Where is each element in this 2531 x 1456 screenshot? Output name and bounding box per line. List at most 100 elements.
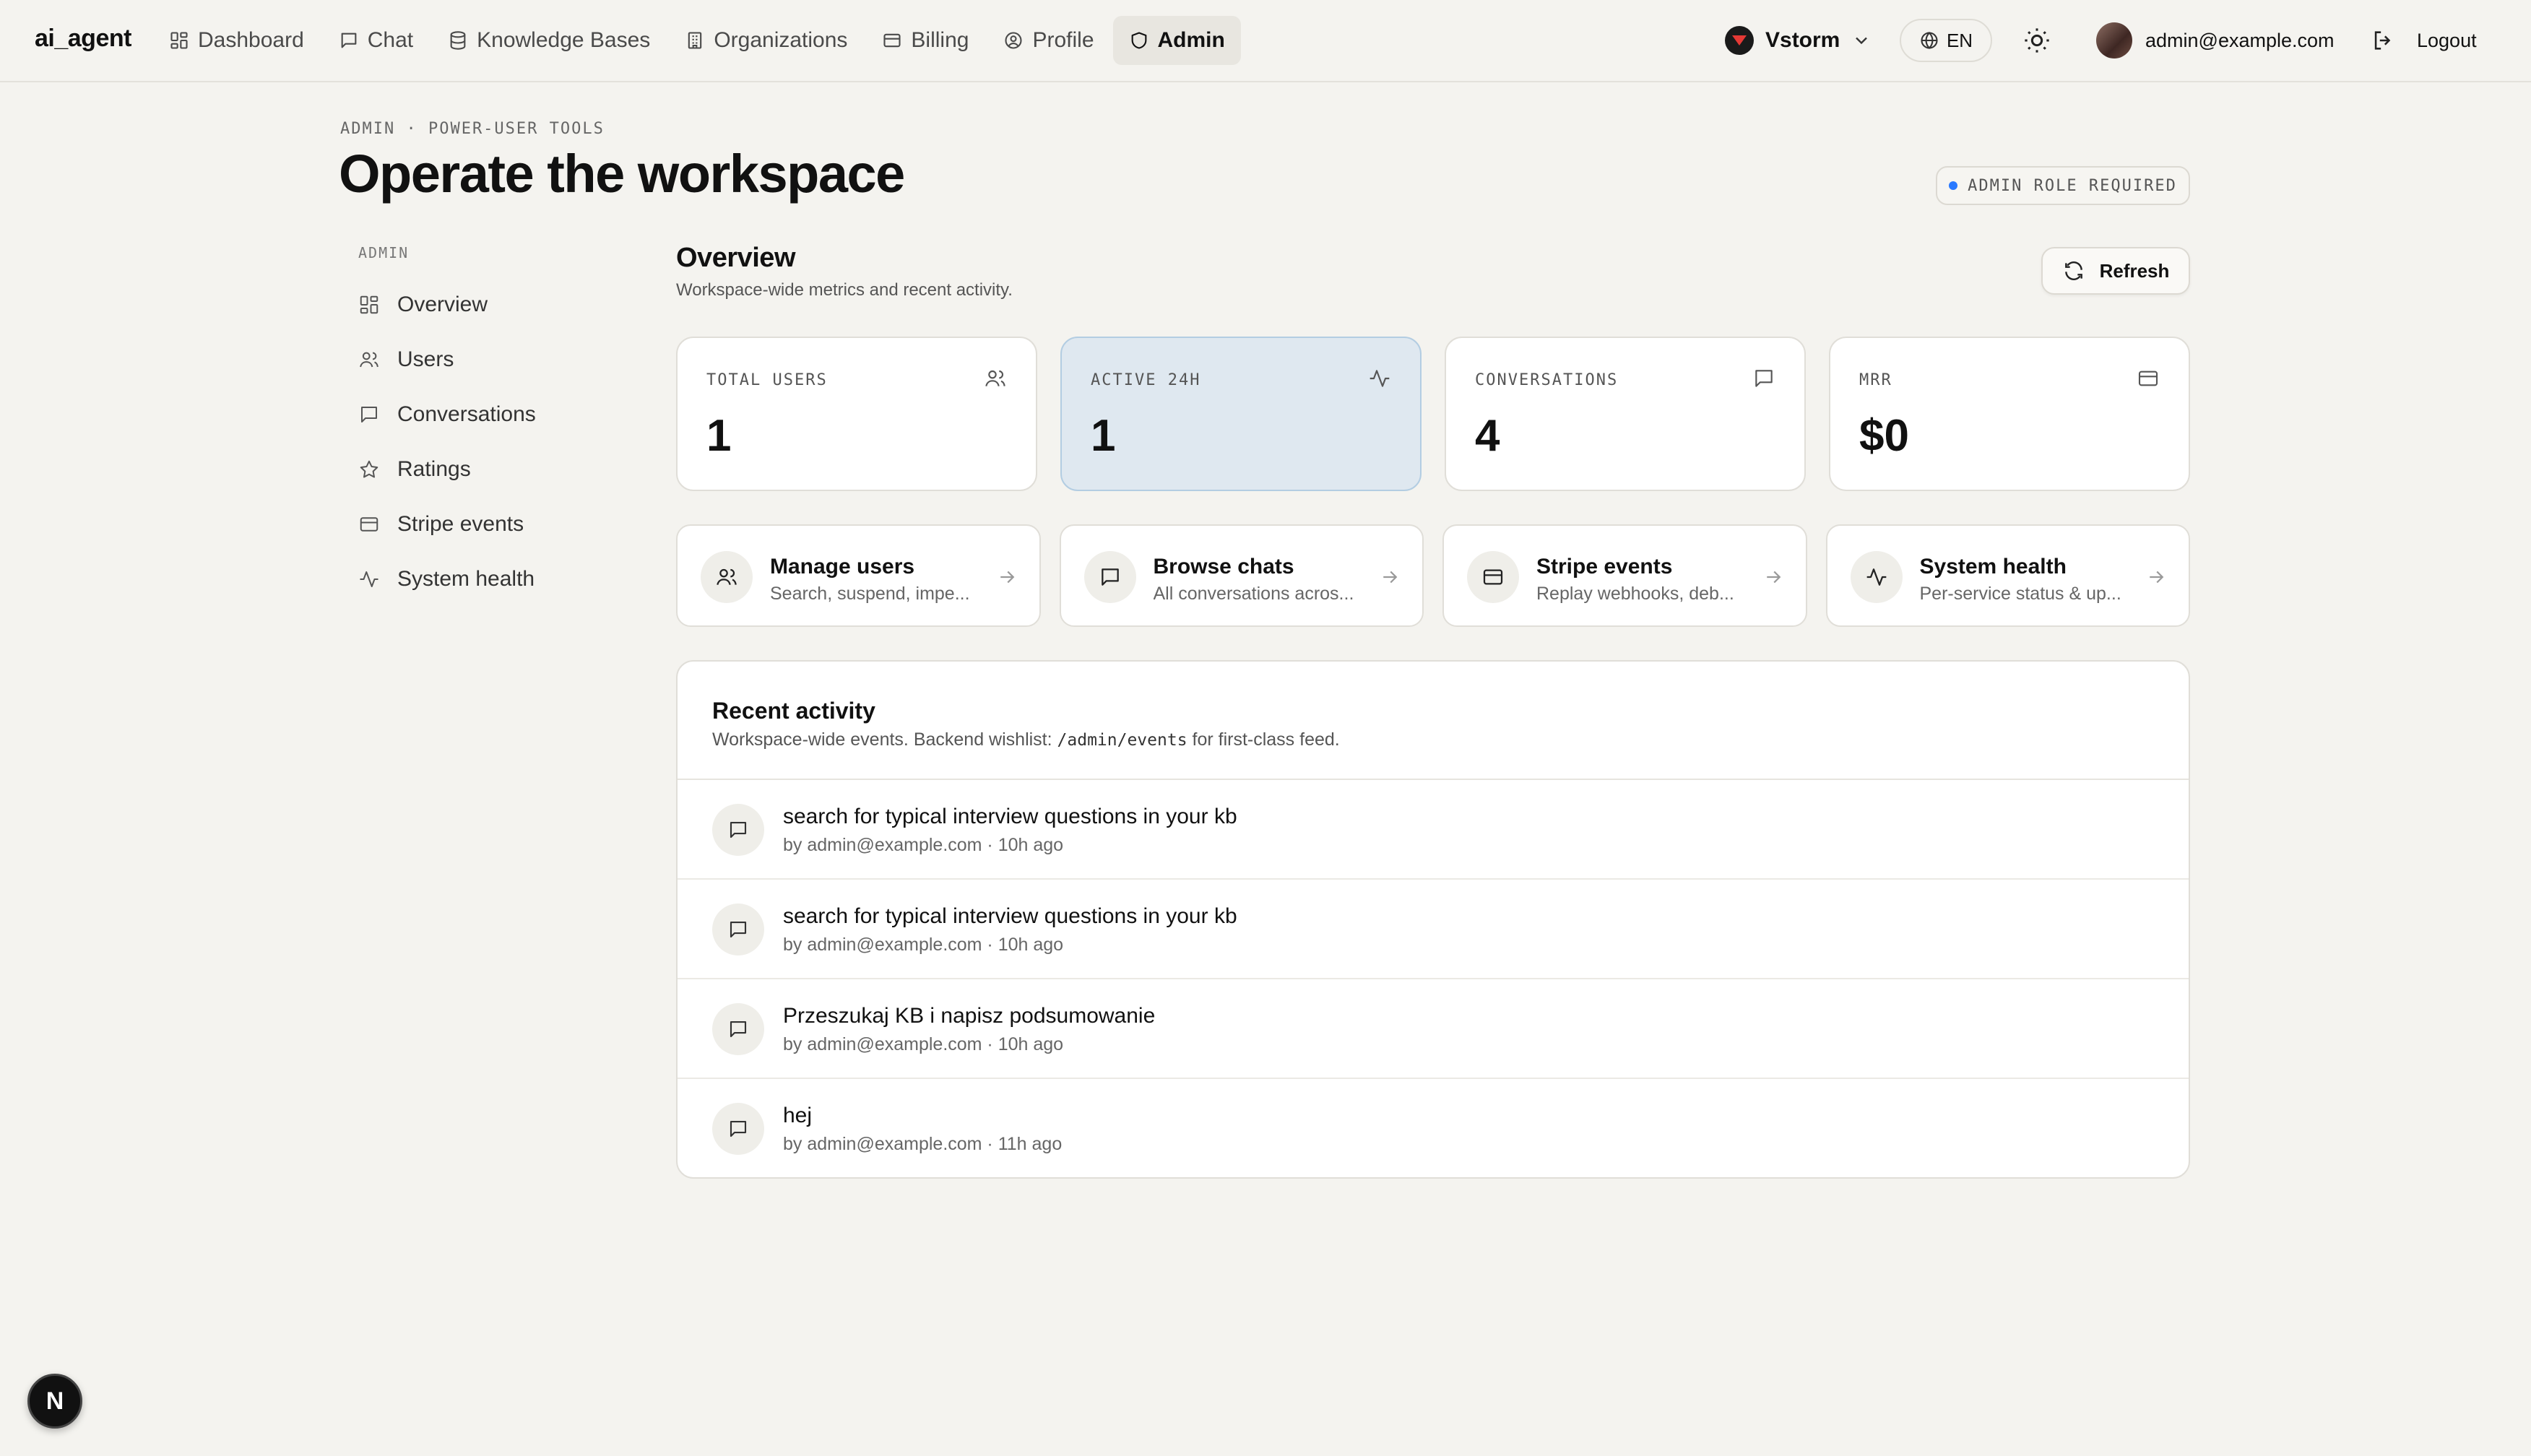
chevron-down-icon (1856, 37, 1868, 45)
sidebar-item-ratings[interactable]: Ratings (358, 442, 618, 497)
activity-icon-wrap (712, 1103, 764, 1155)
top-navigation-bar: ai_agent Dashboard Chat Knowledge Bases … (0, 0, 2531, 82)
activity-row[interactable]: search for typical interview questions i… (678, 780, 2189, 880)
nav-billing[interactable]: Billing (866, 16, 985, 65)
sidebar-item-users[interactable]: Users (358, 332, 618, 387)
sidebar-section-label: ADMIN (358, 244, 410, 261)
activity-title: hej (783, 1104, 813, 1127)
user-email: admin@example.com (2145, 29, 2335, 51)
metric-label: TOTAL USERS (706, 371, 828, 389)
action-title: Stripe events (1536, 555, 1673, 578)
nav-organizations[interactable]: Organizations (669, 16, 863, 65)
metric-value: 4 (1475, 411, 1500, 461)
org-logo-icon (1725, 26, 1754, 55)
nav-knowledge-bases-label: Knowledge Bases (477, 28, 651, 52)
status-dot-icon (1949, 181, 1958, 190)
sidebar-item-stripe-events[interactable]: Stripe events (358, 497, 618, 552)
activity-row[interactable]: search for typical interview questions i… (678, 880, 2189, 979)
activity-icon (1370, 370, 1390, 387)
nav-admin-label: Admin (1157, 28, 1225, 52)
action-title: Browse chats (1153, 555, 1294, 578)
metrics-row: TOTAL USERS 1 ACTIVE 24H 1 CONVERSATIONS… (676, 337, 2190, 491)
brand-logo[interactable]: ai_agent (35, 25, 131, 53)
subtitle-prefix: Workspace-wide events. Backend wishlist: (712, 729, 1052, 750)
metric-label: MRR (1859, 371, 1892, 389)
shield-icon (1131, 32, 1146, 49)
action-description: All conversations acros... (1153, 584, 1354, 604)
activity-row[interactable]: Przeszukaj KB i napisz podsumowanie by a… (678, 979, 2189, 1079)
nav-chat[interactable]: Chat (323, 16, 429, 65)
chat-icon (730, 921, 747, 938)
language-code: EN (1946, 29, 1973, 51)
action-title: System health (1919, 555, 2067, 578)
metric-value: 1 (706, 411, 732, 461)
browse-chats-card[interactable]: Browse chats All conversations acros... (1059, 524, 1424, 627)
recent-activity-header: Recent activity Workspace-wide events. B… (678, 662, 2189, 780)
activity-icon-wrap (712, 804, 764, 856)
organization-switcher[interactable]: Vstorm (1725, 22, 1872, 59)
nav-organizations-label: Organizations (714, 28, 848, 52)
overview-subtitle: Workspace-wide metrics and recent activi… (676, 280, 1013, 300)
users-icon (360, 352, 378, 368)
dev-tools-badge[interactable]: N (27, 1374, 82, 1429)
nav-knowledge-bases[interactable]: Knowledge Bases (432, 16, 666, 65)
sidebar-item-system-health[interactable]: System health (358, 552, 618, 607)
sun-icon[interactable] (2022, 26, 2051, 55)
metric-value: 1 (1091, 411, 1116, 461)
star-icon (360, 460, 378, 478)
sidebar-item-overview[interactable]: Overview (358, 277, 618, 332)
globe-icon (1921, 32, 1938, 49)
users-icon (717, 568, 737, 585)
sidebar-item-conversations[interactable]: Conversations (358, 387, 618, 442)
nav-profile[interactable]: Profile (987, 16, 1109, 65)
metric-value: $0 (1859, 411, 1909, 461)
activity-icon-wrap (712, 1003, 764, 1055)
activity-meta: by admin@example.com · 10h ago (783, 935, 1064, 955)
metric-label: ACTIVE 24H (1091, 371, 1201, 389)
activity-meta: by admin@example.com · 10h ago (783, 835, 1064, 855)
metric-card-conversations: CONVERSATIONS 4 (1445, 337, 1806, 491)
stripe-events-card[interactable]: Stripe events Replay webhooks, deb... (1442, 524, 1807, 627)
users-icon (985, 370, 1005, 386)
chat-icon (1101, 568, 1119, 586)
logout-button[interactable]: Logout (2371, 22, 2477, 59)
chat-icon (730, 1120, 747, 1138)
activity-title: search for typical interview questions i… (783, 904, 1237, 928)
user-menu[interactable]: admin@example.com (2096, 22, 2335, 59)
activity-row[interactable]: hej by admin@example.com · 11h ago (678, 1079, 2189, 1177)
metric-card-mrr: MRR $0 (1829, 337, 2190, 491)
nav-dashboard[interactable]: Dashboard (153, 16, 320, 65)
nav-chat-label: Chat (367, 28, 414, 52)
refresh-button[interactable]: Refresh (2041, 247, 2190, 295)
action-description: Search, suspend, impe... (770, 584, 970, 604)
logout-label: Logout (2417, 29, 2477, 51)
action-icon-wrap (1083, 551, 1136, 603)
activity-meta: by admin@example.com · 10h ago (783, 1034, 1064, 1054)
main-nav: Dashboard Chat Knowledge Bases Organizat… (153, 16, 1241, 65)
sidebar-item-label: Conversations (397, 402, 536, 426)
subtitle-suffix: for first-class feed. (1192, 729, 1340, 750)
action-description: Per-service status & up... (1919, 584, 2121, 604)
action-icon-wrap (1467, 551, 1519, 603)
sidebar-item-label: Overview (397, 292, 488, 316)
manage-users-card[interactable]: Manage users Search, suspend, impe... (676, 524, 1041, 627)
sidebar-item-label: Users (397, 347, 454, 371)
refresh-icon (2064, 261, 2082, 280)
activity-title: search for typical interview questions i… (783, 805, 1237, 828)
credit-card-icon (2138, 370, 2158, 386)
chat-icon (361, 407, 377, 422)
action-description: Replay webhooks, deb... (1536, 584, 1734, 604)
sidebar-item-label: Stripe events (397, 512, 524, 536)
subtitle-code: /admin/events (1057, 731, 1187, 750)
language-switcher[interactable]: EN (1900, 19, 1992, 62)
chat-icon (1755, 370, 1773, 387)
arrow-right-icon (2150, 571, 2164, 584)
sidebar-item-label: System health (397, 567, 535, 591)
system-health-card[interactable]: System health Per-service status & up... (1825, 524, 2190, 627)
credit-card-icon (1483, 569, 1503, 585)
nav-admin[interactable]: Admin (1112, 16, 1241, 65)
avatar (2096, 22, 2132, 58)
overview-title: Overview (676, 243, 796, 273)
activity-icon (1866, 568, 1886, 586)
dashboard-icon (170, 32, 188, 49)
